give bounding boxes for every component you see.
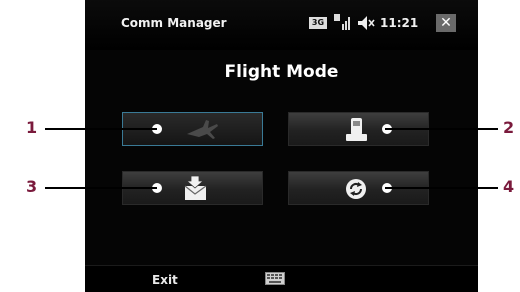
signal-strength-icon bbox=[334, 14, 350, 30]
callout-number-3: 3 bbox=[26, 177, 38, 196]
airplane-icon bbox=[187, 120, 218, 139]
callout-line-3 bbox=[45, 187, 157, 189]
callout-line-2 bbox=[385, 128, 498, 130]
softkey-bar: Exit bbox=[85, 265, 478, 292]
phone-screen: Comm Manager 3G 11:21 ✕ Flight Mode Exit bbox=[85, 0, 478, 292]
volume-muted-icon bbox=[358, 16, 375, 30]
close-button[interactable]: ✕ bbox=[436, 14, 456, 32]
3g-status-icon: 3G bbox=[309, 17, 327, 29]
phone-icon bbox=[346, 118, 367, 141]
callout-number-1: 1 bbox=[26, 118, 38, 137]
callout-number-4: 4 bbox=[503, 177, 515, 196]
page-title: Flight Mode bbox=[224, 62, 339, 82]
mail-download-icon bbox=[184, 175, 207, 200]
callout-line-4 bbox=[385, 187, 498, 189]
title-bar: Comm Manager 3G 11:21 ✕ bbox=[85, 0, 478, 50]
callout-line-1 bbox=[45, 128, 157, 130]
sync-icon bbox=[346, 179, 366, 199]
callout-number-2: 2 bbox=[503, 118, 515, 137]
keyboard-icon[interactable] bbox=[265, 272, 285, 285]
app-title: Comm Manager bbox=[121, 16, 227, 30]
exit-softkey[interactable]: Exit bbox=[152, 273, 178, 287]
clock: 11:21 bbox=[380, 16, 419, 30]
